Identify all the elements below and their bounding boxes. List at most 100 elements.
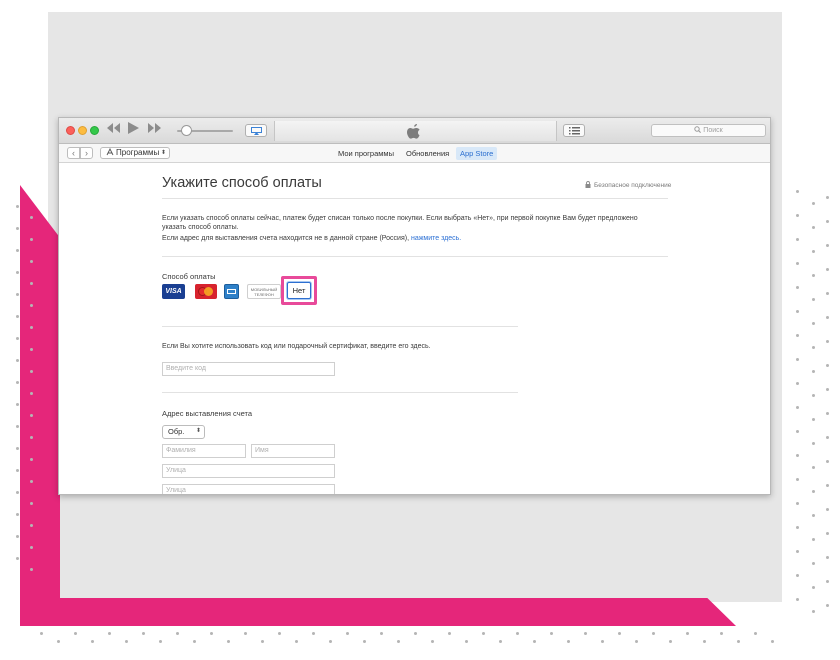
lock-icon [585,181,591,188]
divider [162,198,668,199]
mastercard-circle-orange [204,287,213,296]
tab-updates[interactable]: Обновления [402,147,453,160]
decor-dot [796,358,799,361]
up-next-button[interactable] [563,124,585,137]
select-arrows-icon: ⬍ [195,428,201,434]
decor-dot [826,268,829,271]
street-line-2-input[interactable]: Улица [162,484,335,494]
decor-dot [796,454,799,457]
decor-dot [812,418,815,421]
mastercard-card-option[interactable] [195,284,217,299]
decor-dot [618,632,621,635]
last-name-input[interactable]: Фамилия [162,444,246,458]
decor-dot [812,466,815,469]
street-input[interactable]: Улица [162,464,335,478]
decor-dot [796,382,799,385]
salutation-value: Обр. [168,427,185,436]
tab-my-apps[interactable]: Мои программы [334,147,398,160]
decor-dot [16,491,19,494]
first-name-input[interactable]: Имя [251,444,335,458]
country-text-label: Если адрес для выставления счета находит… [162,235,410,242]
fast-forward-icon[interactable] [148,123,161,137]
change-country-link[interactable]: нажмите здесь. [411,235,461,242]
decor-dot [669,640,672,643]
decor-dot [210,632,213,635]
volume-slider-knob[interactable] [181,125,192,136]
decor-dot [30,480,33,483]
tab-app-store[interactable]: App Store [456,147,498,160]
decor-dot [796,550,799,553]
page-title: Укажите способ оплаты [162,175,322,191]
decor-dot [30,282,33,285]
airplay-button[interactable] [245,124,267,137]
zoom-window-button[interactable] [90,126,99,135]
decor-dot [30,326,33,329]
decor-dot [380,632,383,635]
decor-dot [57,640,60,643]
decor-dot [812,610,815,613]
intro-text-line-2: указать способ оплаты. [162,224,239,231]
decor-dot [826,436,829,439]
decor-dot [812,202,815,205]
decor-dot [737,640,740,643]
decor-dot [16,249,19,252]
decor-dot [16,447,19,450]
none-payment-button[interactable]: Нет [287,282,311,299]
salutation-select[interactable]: Обр. ⬍ [162,425,205,439]
select-arrows-icon: ⬍ [160,150,166,156]
decor-dot [796,574,799,577]
gift-code-label: Если Вы хотите использовать код или пода… [162,343,431,350]
decor-dot [261,640,264,643]
decor-dot [826,220,829,223]
mobile-phone-option[interactable]: МОБИЛЬНЫЙ ТЕЛЕФОН [247,284,281,299]
close-window-button[interactable] [66,126,75,135]
decor-dot [193,640,196,643]
gift-code-input[interactable]: Введите код [162,362,335,376]
media-kind-select[interactable]: Программы ⬍ [100,147,170,159]
decor-dot [812,562,815,565]
decor-dot [16,403,19,406]
decor-dot [16,227,19,230]
play-icon[interactable] [128,122,139,138]
decor-dot [796,310,799,313]
decor-dot [431,640,434,643]
lcd-display [274,121,557,141]
decor-dot [30,458,33,461]
decor-dot [796,262,799,265]
rewind-icon[interactable] [107,123,120,137]
search-placeholder: Поиск [703,127,723,134]
decor-dot [125,640,128,643]
back-button[interactable]: ‹ [67,147,80,159]
decor-dot [796,526,799,529]
minimize-window-button[interactable] [78,126,87,135]
decor-dot [812,250,815,253]
decor-dot [176,632,179,635]
forward-button[interactable]: › [80,147,93,159]
billing-address-label: Адрес выставления счета [162,409,253,418]
decor-dot [346,632,349,635]
decor-dot [812,226,815,229]
navigation-bar: ‹ › Программы ⬍ Мои программы Обновления … [59,144,770,163]
decor-dot [812,322,815,325]
decor-dot [30,546,33,549]
decor-dot [812,394,815,397]
decor-dot [812,514,815,517]
divider [162,392,518,393]
decor-dot [812,298,815,301]
payment-method-label: Способ оплаты [162,272,216,281]
decor-dot [826,484,829,487]
divider [162,326,518,327]
decor-dot [30,502,33,505]
search-input[interactable]: Поиск [651,124,766,137]
amex-card-option[interactable] [224,284,239,299]
decor-dot [482,632,485,635]
decor-dot [796,598,799,601]
decor-dot [550,632,553,635]
decor-dot [227,640,230,643]
decor-dot [465,640,468,643]
visa-card-option[interactable]: VISA [162,284,185,299]
decor-dot [652,632,655,635]
decor-dot [30,348,33,351]
decor-dot [812,346,815,349]
decor-dot [533,640,536,643]
